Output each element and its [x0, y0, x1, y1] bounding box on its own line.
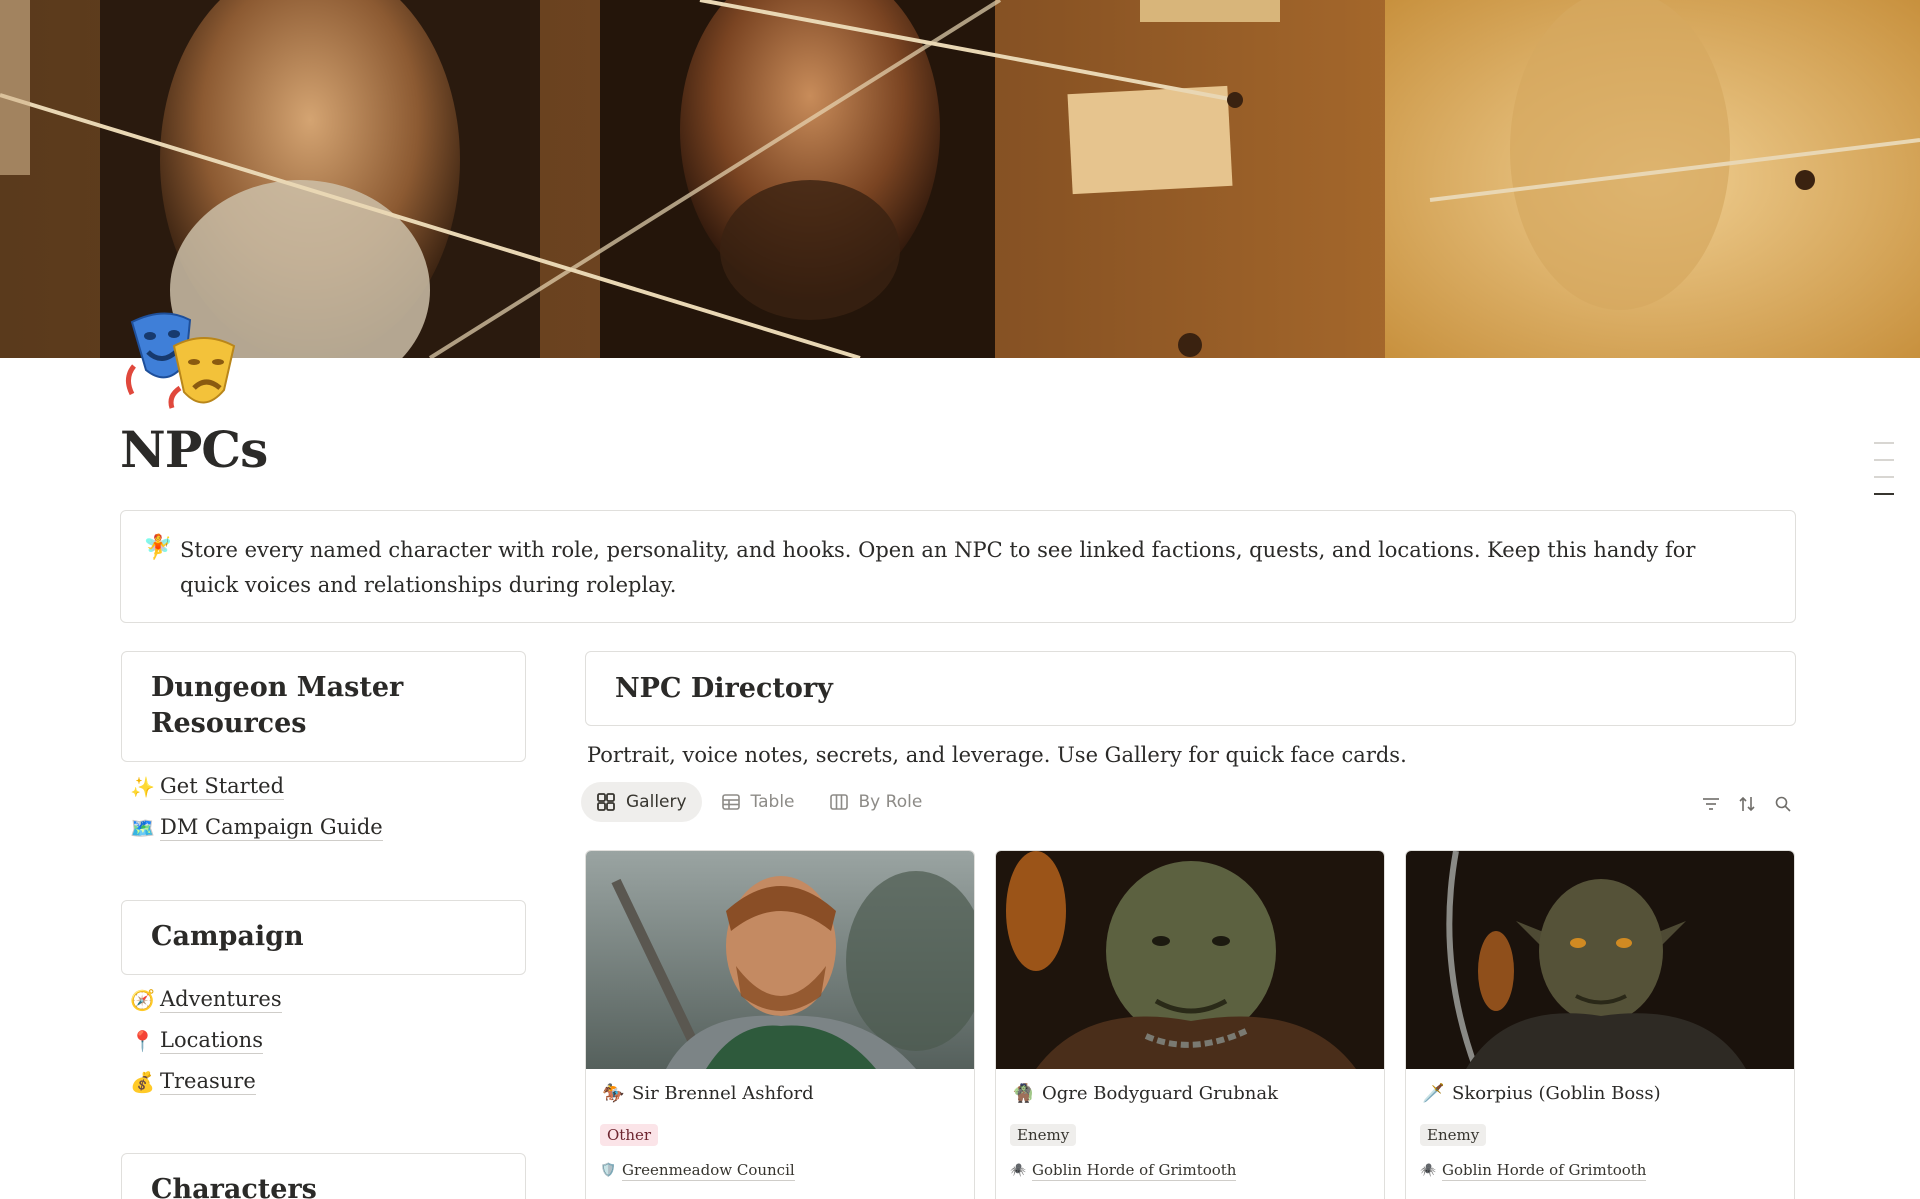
role-tag: Enemy: [1420, 1124, 1487, 1146]
intro-callout: 🧚 Store every named character with role,…: [120, 510, 1796, 623]
map-icon: 🗺️: [130, 815, 155, 840]
search-icon[interactable]: [1765, 793, 1801, 815]
link-dm-campaign-guide[interactable]: 🗺️ DM Campaign Guide: [130, 807, 383, 848]
npc-portrait: [586, 851, 974, 1069]
shield-icon: 🛡️: [600, 1163, 617, 1178]
npc-portrait: [1406, 851, 1794, 1069]
tab-label: Gallery: [626, 792, 687, 812]
tab-table[interactable]: Table: [706, 782, 810, 822]
faction-name: Greenmeadow Council: [622, 1161, 795, 1181]
filter-icon[interactable]: [1693, 793, 1729, 815]
link-label: Treasure: [160, 1069, 256, 1095]
campaign-links: 🧭 Adventures 📍 Locations 💰 Treasure: [130, 979, 282, 1102]
faction-name: Goblin Horde of Grimtooth: [1442, 1161, 1647, 1181]
role-tag: Other: [600, 1124, 659, 1146]
money-bag-icon: 💰: [130, 1069, 155, 1094]
link-treasure[interactable]: 💰 Treasure: [130, 1061, 282, 1102]
role-tag: Enemy: [1010, 1124, 1077, 1146]
section-title: Campaign: [151, 921, 304, 952]
npc-card[interactable]: 🗡️ Skorpius (Goblin Boss) Enemy 🕷️ Gobli…: [1405, 850, 1795, 1199]
npc-name: 🧌 Ogre Bodyguard Grubnak: [1012, 1083, 1278, 1104]
sparkles-icon: ✨: [130, 774, 155, 799]
faction-link[interactable]: 🕷️ Goblin Horde of Grimtooth: [1010, 1160, 1237, 1181]
fairy-icon: 🧚: [143, 533, 173, 561]
section-dungeon-master-resources: Dungeon Master Resources: [121, 651, 526, 762]
link-label: Get Started: [160, 774, 285, 800]
view-tabs: Gallery Table By Role: [581, 782, 941, 822]
tab-by-role[interactable]: By Role: [814, 782, 938, 822]
npc-card[interactable]: 🧌 Ogre Bodyguard Grubnak Enemy 🕷️ Goblin…: [995, 850, 1385, 1199]
npc-gallery: 🏇 Sir Brennel Ashford Other 🛡️ Greenmead…: [585, 850, 1795, 1199]
section-campaign: Campaign: [121, 900, 526, 975]
directory-description: Portrait, voice notes, secrets, and leve…: [587, 743, 1407, 767]
faction-link[interactable]: 🛡️ Greenmeadow Council: [600, 1160, 795, 1181]
npc-directory-header: NPC Directory: [585, 651, 1796, 726]
tab-gallery[interactable]: Gallery: [581, 782, 702, 822]
tab-label: Table: [750, 792, 795, 812]
npc-name-text: Skorpius (Goblin Boss): [1452, 1083, 1661, 1104]
troll-icon: 🧌: [1012, 1083, 1035, 1104]
callout-text: Store every named character with role, p…: [180, 538, 1696, 597]
horse-rider-icon: 🏇: [602, 1083, 625, 1104]
section-title: Characters: [151, 1174, 317, 1199]
faction-name: Goblin Horde of Grimtooth: [1032, 1161, 1237, 1181]
pin-icon: 📍: [130, 1028, 155, 1053]
cover-image: [0, 0, 1920, 358]
spider-icon: 🕷️: [1010, 1163, 1027, 1178]
view-tools: [1693, 793, 1801, 815]
link-label: Adventures: [160, 987, 282, 1013]
gallery-icon: [597, 793, 615, 811]
section-title: Dungeon Master Resources: [151, 672, 404, 739]
npc-name-text: Ogre Bodyguard Grubnak: [1042, 1083, 1279, 1104]
npc-name-text: Sir Brennel Ashford: [632, 1083, 814, 1104]
directory-title: NPC Directory: [615, 673, 833, 704]
npc-portrait: [996, 851, 1384, 1069]
faction-link[interactable]: 🕷️ Goblin Horde of Grimtooth: [1420, 1160, 1647, 1181]
link-adventures[interactable]: 🧭 Adventures: [130, 979, 282, 1020]
section-characters: Characters: [121, 1153, 526, 1199]
table-icon: [721, 794, 740, 810]
tab-label: By Role: [858, 792, 923, 812]
link-get-started[interactable]: ✨ Get Started: [130, 766, 383, 807]
link-locations[interactable]: 📍 Locations: [130, 1020, 282, 1061]
page-title: NPCs: [120, 420, 268, 479]
npc-name: 🏇 Sir Brennel Ashford: [602, 1083, 814, 1104]
sort-icon[interactable]: [1729, 793, 1765, 815]
npc-card[interactable]: 🏇 Sir Brennel Ashford Other 🛡️ Greenmead…: [585, 850, 975, 1199]
table-of-contents-indicator[interactable]: [1874, 442, 1896, 510]
theater-masks-icon[interactable]: [124, 306, 242, 410]
npc-name: 🗡️ Skorpius (Goblin Boss): [1422, 1083, 1661, 1104]
link-label: Locations: [160, 1028, 263, 1054]
compass-icon: 🧭: [130, 987, 155, 1012]
board-icon: [829, 794, 848, 810]
dagger-icon: 🗡️: [1422, 1083, 1445, 1104]
spider-icon: 🕷️: [1420, 1163, 1437, 1178]
link-label: DM Campaign Guide: [160, 815, 383, 841]
dm-resources-links: ✨ Get Started 🗺️ DM Campaign Guide: [130, 766, 383, 848]
